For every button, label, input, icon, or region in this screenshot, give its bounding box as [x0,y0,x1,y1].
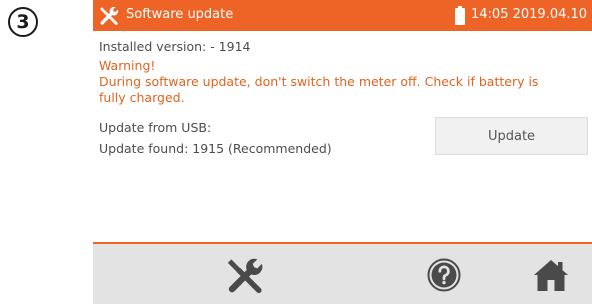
settings-icon[interactable] [224,255,266,297]
bottom-toolbar [93,244,592,304]
device-screen: Software update 14:05 2019.04.10 Install… [93,0,592,304]
battery-icon [455,6,465,25]
help-icon[interactable] [427,258,461,292]
warning-message-line2: fully charged. [99,90,185,105]
update-found-label: Update found: 1915 (Recommended) [99,141,332,156]
warning-message-line1: During software update, don't switch the… [99,74,539,89]
date-time: 14:05 2019.04.10 [471,7,588,22]
update-source-label: Update from USB: [99,120,212,135]
installed-version: Installed version: - 1914 [99,39,251,54]
tools-icon [100,6,119,25]
content-area: Installed version: - 1914 Warning! Durin… [93,31,592,242]
step-number: 3 [16,11,30,33]
update-button[interactable]: Update [435,117,588,155]
update-button-label: Update [487,128,536,144]
step-number-badge: 3 [8,7,38,37]
title-bar: Software update 14:05 2019.04.10 [93,0,592,31]
home-icon[interactable] [533,257,569,293]
warning-title: Warning! [99,58,156,73]
window-title: Software update [126,7,234,22]
